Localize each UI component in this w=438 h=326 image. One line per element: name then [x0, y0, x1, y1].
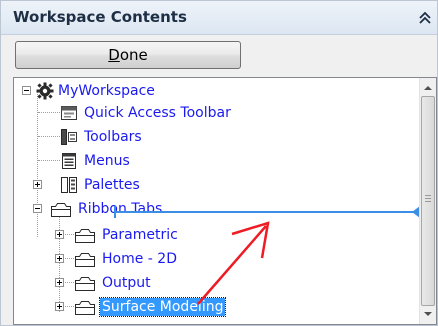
scroll-down-icon[interactable] [424, 312, 432, 316]
tree-node-label[interactable]: Menus [82, 152, 132, 170]
tree-node-label[interactable]: Home - 2D [100, 250, 179, 268]
tab-icon [74, 298, 95, 316]
tab-icon [74, 274, 95, 292]
double-chevron-up-icon[interactable] [417, 9, 433, 27]
scrollbar-thumb[interactable] [421, 96, 435, 306]
scroll-up-icon[interactable] [424, 86, 432, 90]
expand-toggle[interactable] [55, 302, 64, 311]
tree-node-toolbars[interactable]: Toolbars [14, 126, 414, 148]
panel-header: Workspace Contents [1, 1, 437, 35]
done-button-label: one [119, 46, 148, 64]
menu-icon [60, 152, 78, 170]
vertical-scrollbar[interactable] [419, 78, 436, 324]
collapse-toggle[interactable] [22, 86, 31, 95]
tree-node-label-selected[interactable]: Surface Modeling [98, 297, 227, 317]
panel-title: Workspace Contents [13, 8, 187, 26]
tree-node-label[interactable]: Toolbars [82, 128, 144, 146]
tab-icon [74, 226, 95, 244]
tree-node-label[interactable]: Palettes [82, 176, 142, 194]
done-button-mnemonic: D [108, 46, 120, 64]
toolbar-icon [60, 104, 78, 122]
tree-node-output[interactable]: Output [14, 272, 414, 294]
ribbon-icon [50, 200, 71, 218]
tree-node-parametric[interactable]: Parametric [14, 224, 414, 246]
tree-node-surface-modeling[interactable]: Surface Modeling [14, 296, 414, 318]
workspace-contents-panel: Workspace Contents Done MyWorkspace Quic… [0, 0, 438, 326]
expand-toggle[interactable] [33, 180, 42, 189]
expand-toggle[interactable] [55, 230, 64, 239]
tree-node-label[interactable]: Ribbon Tabs [76, 200, 164, 218]
palette-icon [60, 176, 78, 194]
gear-icon [36, 82, 54, 100]
workspace-tree[interactable]: MyWorkspace Quick Access Toolbar Toolbar… [13, 77, 437, 325]
tree-node-label[interactable]: MyWorkspace [56, 82, 157, 100]
tree-node-menus[interactable]: Menus [14, 150, 414, 172]
tab-icon [74, 250, 95, 268]
tree-node-label[interactable]: Parametric [100, 226, 180, 244]
tree-node-ribbon-tabs[interactable]: Ribbon Tabs [14, 198, 414, 220]
tree-node-label[interactable]: Quick Access Toolbar [82, 104, 233, 122]
toolbars-icon [60, 128, 78, 146]
tree-node-label[interactable]: Output [100, 274, 153, 292]
collapse-toggle[interactable] [33, 204, 42, 213]
expand-toggle[interactable] [55, 254, 64, 263]
tree-node-myworkspace[interactable]: MyWorkspace [14, 80, 414, 102]
drop-insertion-line [116, 211, 416, 213]
tree-node-home-2d[interactable]: Home - 2D [14, 248, 414, 270]
done-button[interactable]: Done [15, 41, 241, 69]
expand-toggle[interactable] [55, 278, 64, 287]
tree-node-palettes[interactable]: Palettes [14, 174, 414, 196]
tree-node-quick-access-toolbar[interactable]: Quick Access Toolbar [14, 102, 414, 124]
grip-icon [425, 195, 431, 202]
